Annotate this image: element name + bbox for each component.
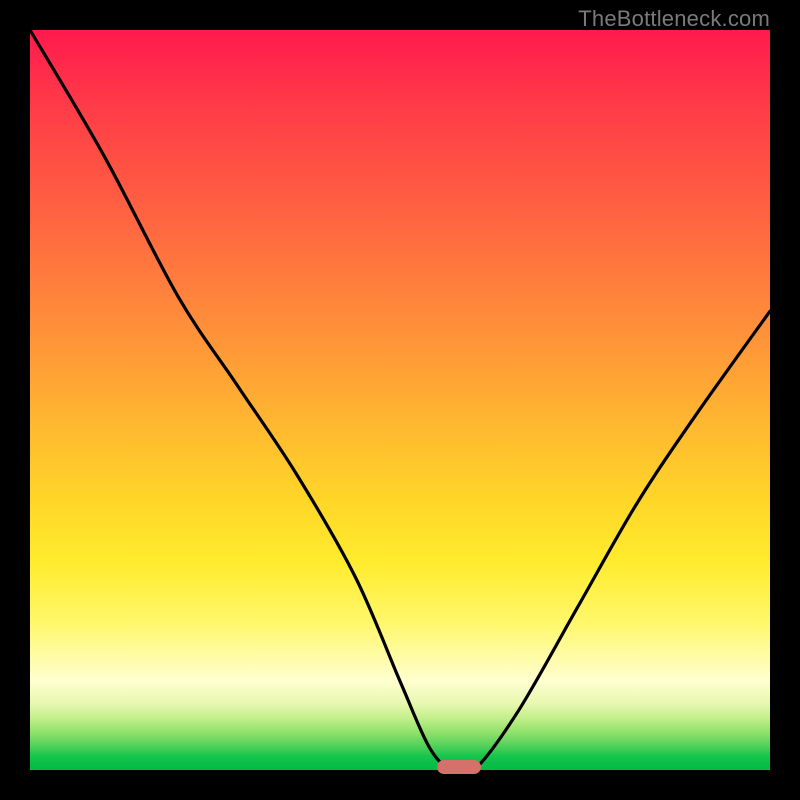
bottleneck-line — [30, 30, 770, 770]
chart-frame: TheBottleneck.com — [0, 0, 800, 800]
watermark-text: TheBottleneck.com — [578, 6, 770, 32]
plot-area — [30, 30, 770, 770]
optimal-point-marker — [437, 760, 481, 774]
